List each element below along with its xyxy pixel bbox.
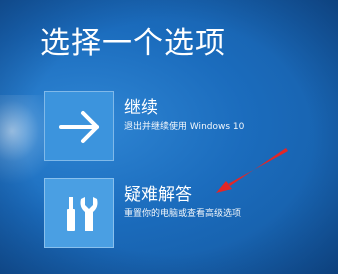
troubleshoot-label: 疑难解答 [124, 185, 192, 205]
troubleshoot-tile[interactable] [44, 178, 114, 248]
page-title: 选择一个选项 [40, 26, 226, 61]
troubleshoot-option[interactable]: 疑难解答 重置你的电脑或查看高级选项 [44, 178, 314, 252]
continue-tile[interactable] [44, 91, 114, 161]
troubleshoot-description: 重置你的电脑或查看高级选项 [124, 209, 242, 219]
arrow-right-icon [59, 111, 99, 143]
continue-label: 继续 [124, 98, 158, 118]
tools-icon [67, 197, 98, 231]
continue-description: 退出并继续使用 Windows 10 [124, 122, 245, 132]
continue-option[interactable]: 继续 退出并继续使用 Windows 10 [44, 91, 314, 165]
